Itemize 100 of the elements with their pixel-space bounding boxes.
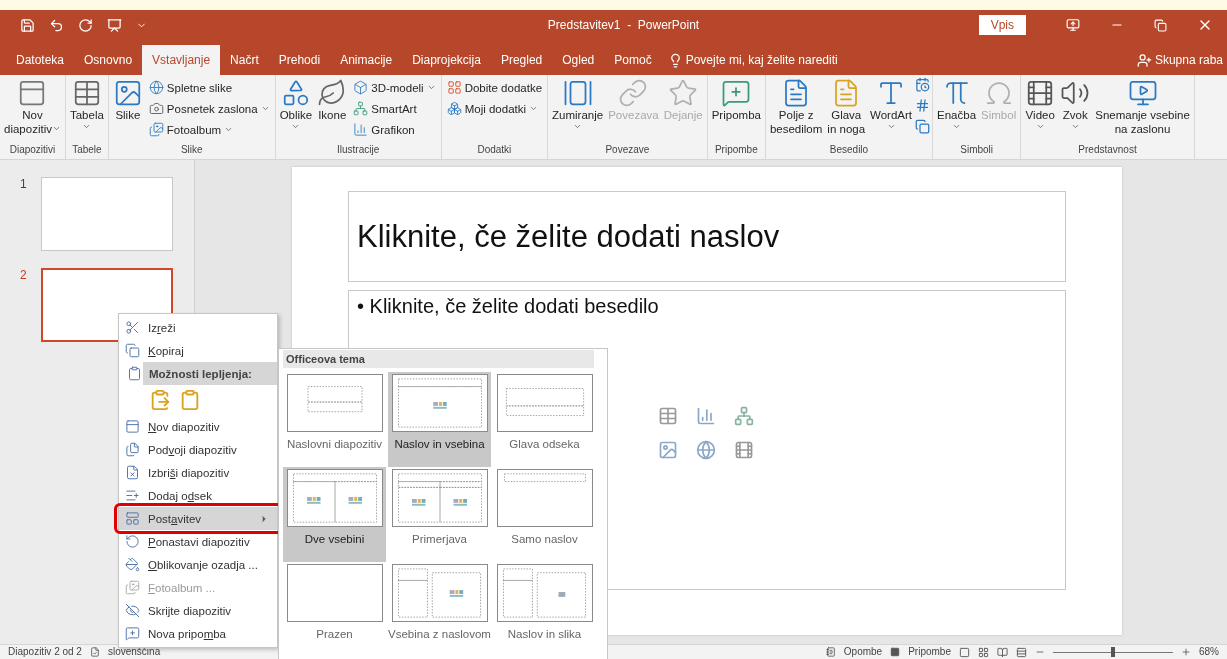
language[interactable]: slovenščina xyxy=(107,646,161,658)
menu-item[interactable]: Oblikovanje ozadja ... xyxy=(119,553,277,576)
comments-icon xyxy=(890,647,901,657)
menu-item[interactable]: Ponastavi diapozitiv xyxy=(119,530,277,553)
caret-icon xyxy=(224,125,234,134)
ribbon-button[interactable]: WordArt xyxy=(868,75,915,131)
ribbon-tab[interactable]: Osnovno xyxy=(74,45,143,75)
ribbon-button[interactable]: Tabela xyxy=(67,75,106,131)
menu-item[interactable]: Dodaj odsek xyxy=(119,484,277,507)
ribbon-button[interactable]: Zumiranje xyxy=(550,75,606,131)
ribbon-tab[interactable]: Ogled xyxy=(552,45,605,75)
ribbon-button[interactable]: Video xyxy=(1023,75,1058,131)
slide-thumbnail[interactable] xyxy=(40,177,173,251)
bar-chart-icon[interactable] xyxy=(696,406,716,426)
ribbon-button[interactable]: Slike xyxy=(110,75,145,122)
ribbon-button[interactable]: Enačba xyxy=(935,75,979,131)
comments-button[interactable]: Pripombe xyxy=(908,646,951,658)
ribbon-button[interactable]: Dobite dodatke xyxy=(443,77,546,98)
object-icon[interactable] xyxy=(915,119,931,134)
paste-icon[interactable] xyxy=(149,389,171,411)
menu-item[interactable]: Kopiraj xyxy=(119,339,277,362)
menu-item[interactable]: Skrijte diapozitiv xyxy=(119,599,277,622)
caret-icon xyxy=(82,122,92,131)
normal-view-icon[interactable] xyxy=(959,646,970,658)
group-label: Ilustracije xyxy=(336,143,381,157)
ribbon-tab[interactable]: Prehodi xyxy=(268,45,331,75)
undo-icon[interactable] xyxy=(49,17,64,33)
ribbon-button[interactable]: SmartArt xyxy=(350,98,439,119)
body-placeholder-text: • Kliknite, če želite dodati besedilo xyxy=(357,295,660,318)
title-placeholder[interactable]: Kliknite, če želite dodati naslov xyxy=(348,191,1066,282)
ribbon-tab[interactable]: Pomoč xyxy=(604,45,662,75)
layout-option[interactable]: Glava odseka xyxy=(493,372,596,467)
film-icon[interactable] xyxy=(734,440,754,460)
ribbon-tab[interactable]: Diaprojekcija xyxy=(402,45,491,75)
ribbon-button[interactable]: Spletne slike xyxy=(145,77,273,98)
caret-icon xyxy=(51,124,61,133)
ribbon-button[interactable]: Moji dodatki xyxy=(443,98,546,119)
ribbon-button[interactable]: Glava in noga xyxy=(825,75,868,136)
layout-option[interactable]: Naslov in vsebina xyxy=(388,372,491,467)
ribbon-button[interactable]: Oblike xyxy=(277,75,315,131)
group-label: Tabele xyxy=(71,143,103,157)
menu-item[interactable]: Podvoji diapozitiv xyxy=(119,438,277,461)
group-label: Povezave xyxy=(604,143,651,157)
redo-icon[interactable] xyxy=(78,17,93,33)
paste-picture-icon[interactable] xyxy=(179,389,201,411)
ribbon-button[interactable]: Grafikon xyxy=(350,119,439,140)
ribbon-tab[interactable]: Datoteka xyxy=(6,45,75,75)
ribbon-button[interactable]: 3D-modeli xyxy=(350,77,439,98)
section-icon xyxy=(125,488,140,503)
group-label: Diapozitivi xyxy=(8,143,57,157)
reset-icon xyxy=(125,534,140,549)
ribbon-button[interactable]: Ikone xyxy=(315,75,350,122)
layout-option[interactable]: Dve vsebini xyxy=(283,467,386,562)
notes-button[interactable]: Opombe xyxy=(843,646,883,658)
restore-icon[interactable] xyxy=(1154,18,1167,32)
group-label: Predstavnost xyxy=(1077,143,1138,157)
ribbon-tab[interactable]: Vstavljanje xyxy=(142,45,221,75)
ribbon-display-icon[interactable] xyxy=(1066,18,1080,32)
copy-icon xyxy=(125,343,140,358)
reading-view-icon[interactable] xyxy=(997,646,1008,658)
ribbon-tab[interactable]: Pregled xyxy=(490,45,553,75)
slideshow-view-icon[interactable] xyxy=(1016,646,1027,658)
ribbon-button[interactable]: Snemanje vsebine na zaslonu xyxy=(1093,75,1192,136)
ribbon-tab[interactable]: Načrt xyxy=(220,45,269,75)
layout-option[interactable]: Samo naslov xyxy=(493,467,596,562)
submenu-item[interactable]: Postavitev xyxy=(119,507,277,530)
globe-icon[interactable] xyxy=(696,440,716,460)
table-icon[interactable] xyxy=(658,406,678,426)
paint-bucket-icon xyxy=(125,557,140,572)
picture-icon[interactable] xyxy=(658,440,678,460)
menu-item[interactable]: Izbriši diapozitiv xyxy=(119,461,277,484)
caret-icon xyxy=(886,122,896,131)
zoom-level[interactable]: 68% xyxy=(1199,646,1219,658)
ribbon-button[interactable]: Fotoalbum xyxy=(145,119,273,140)
spellcheck-icon[interactable] xyxy=(89,647,100,657)
tell-me-search[interactable]: Povejte mi, kaj želite narediti xyxy=(661,45,844,75)
date-time-icon[interactable] xyxy=(915,77,931,92)
menu-item[interactable]: Izreži xyxy=(119,316,277,339)
sign-in-button[interactable]: Vpis xyxy=(978,15,1026,35)
group-label: Simboli xyxy=(959,143,995,157)
zoom-in-icon[interactable] xyxy=(1181,647,1191,657)
save-icon[interactable] xyxy=(20,17,35,33)
ribbon-button[interactable]: Nov diapozitiv xyxy=(2,75,63,136)
scissors-icon xyxy=(125,320,140,335)
ribbon-button[interactable]: Pripomba xyxy=(709,75,763,122)
layout-option[interactable]: Primerjava xyxy=(388,467,491,562)
slideshow-icon[interactable] xyxy=(107,17,122,33)
sorter-view-icon[interactable] xyxy=(978,646,989,658)
ribbon-button[interactable]: Polje z besedilom xyxy=(767,75,825,136)
ribbon-tab[interactable]: Animacije xyxy=(330,45,403,75)
ribbon-button[interactable]: Zvok xyxy=(1058,75,1093,131)
group-label: Dodatki xyxy=(476,143,513,157)
ribbon-button[interactable]: Posnetek zaslona xyxy=(145,98,273,119)
menu-item[interactable]: Nov diapozitiv xyxy=(119,415,277,438)
share-button[interactable]: Skupna raba xyxy=(1130,45,1227,75)
menu-item[interactable]: Nova pripomba xyxy=(119,622,277,645)
screen-recording-icon xyxy=(1127,78,1158,108)
slide-number: 1 xyxy=(20,177,27,193)
slide-number-icon[interactable] xyxy=(915,98,931,113)
diagram-icon[interactable] xyxy=(734,406,754,426)
